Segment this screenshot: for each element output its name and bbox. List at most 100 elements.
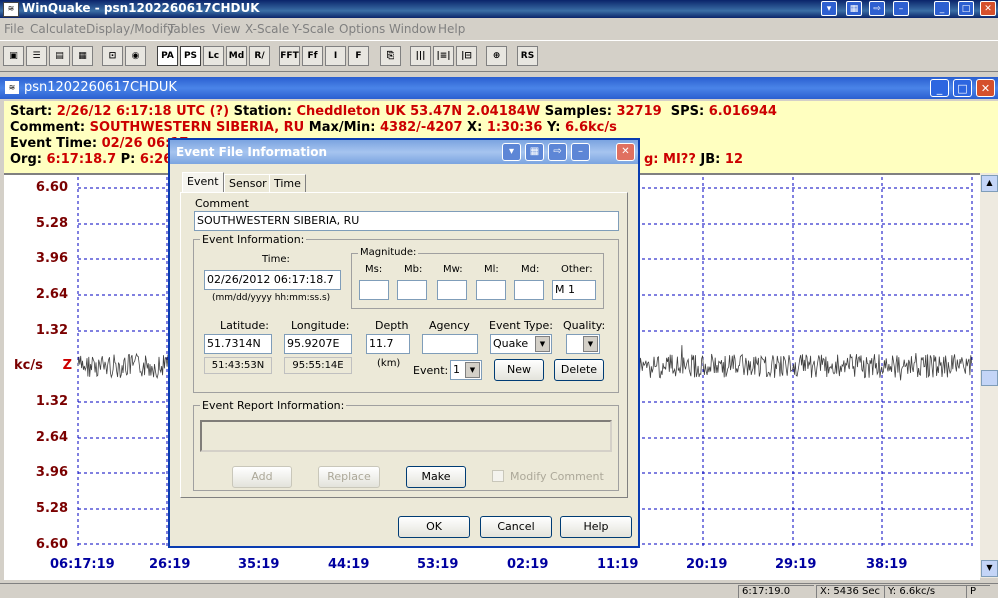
scroll-up-icon[interactable]: ▲ (981, 175, 998, 192)
dialog-close-icon[interactable]: ✕ (616, 143, 635, 161)
time-field[interactable]: 02/26/2012 06:17:18.7 (204, 270, 341, 290)
menu-calculate[interactable]: Calculate (30, 22, 86, 36)
ok-button[interactable]: OK (398, 516, 470, 538)
help-button[interactable]: Help (560, 516, 632, 538)
agency-label: Agency (429, 319, 470, 332)
menu-x-scale[interactable]: X-Scale (245, 22, 289, 36)
tab-sensor[interactable]: Sensor (224, 174, 272, 192)
other-field[interactable]: M 1 (552, 280, 596, 300)
vertical-scrollbar[interactable]: ▲ ▼ (980, 173, 998, 578)
scroll-down-icon[interactable]: ▼ (981, 560, 998, 577)
start-value: 2/26/12 6:17:18 UTC (?) (56, 104, 230, 119)
menu-display-modify[interactable]: Display/Modify (86, 22, 174, 36)
rst-icon[interactable]: RS (517, 46, 538, 66)
target-icon[interactable]: ⊕ (486, 46, 507, 66)
delete-button[interactable]: Delete (554, 359, 604, 381)
record-icon[interactable]: ◉ (125, 46, 146, 66)
zoom-icon[interactable]: ⊡ (102, 46, 123, 66)
ps2-icon[interactable]: PS (180, 46, 201, 66)
event-number-dropdown-icon[interactable]: ▼ (465, 362, 480, 378)
menu-file[interactable]: File (4, 22, 24, 36)
menu-tables[interactable]: Tables (168, 22, 205, 36)
x-tick-label: 02:19 (507, 557, 549, 572)
longitude-field[interactable]: 95.9207E (284, 334, 352, 354)
info-line-2: Comment: SOUTHWESTERN SIBERIA, RU Max/Mi… (10, 120, 617, 135)
filter-icon[interactable]: F (348, 46, 369, 66)
dialog-minimize-icon[interactable]: – (571, 143, 590, 161)
event-type-select[interactable]: Quake ▼ (490, 334, 552, 354)
new-button[interactable]: New (494, 359, 544, 381)
save-all-icon[interactable]: ▦ (72, 46, 93, 66)
fft-icon[interactable]: FFT (279, 46, 300, 66)
text-icon[interactable]: I (325, 46, 346, 66)
list-icon[interactable]: ☰ (26, 46, 47, 66)
menu-window[interactable]: Window (389, 22, 436, 36)
status-bar: 6:17:19.0 X: 5436 Sec Y: 6.6kc/s P (0, 583, 998, 598)
event-report-label: Event Report Information: (200, 399, 347, 412)
menu-y-scale[interactable]: Y-Scale (292, 22, 335, 36)
ml-field[interactable] (476, 280, 506, 300)
ms-field[interactable] (359, 280, 389, 300)
modify-comment-checkbox[interactable] (492, 470, 504, 482)
quality-dropdown-icon[interactable]: ▼ (583, 336, 598, 352)
depth-field[interactable]: 11.7 (366, 334, 410, 354)
latitude-field[interactable]: 51.7314N (204, 334, 272, 354)
tab-time[interactable]: Time (269, 174, 306, 192)
child-minimize-icon[interactable]: _ (930, 79, 949, 97)
add-button[interactable]: Add (232, 466, 292, 488)
scroll-thumb[interactable] (981, 370, 998, 386)
md-field[interactable] (514, 280, 544, 300)
child-window-icon[interactable]: ≋ (5, 81, 19, 94)
maxmin-value: 4382/-4207 (380, 120, 463, 135)
make-button[interactable]: Make (406, 466, 466, 488)
loc-icon[interactable]: Lc (203, 46, 224, 66)
fft2-icon[interactable]: Ff (302, 46, 323, 66)
mb-field[interactable] (397, 280, 427, 300)
menu-help[interactable]: Help (438, 22, 465, 36)
app-icon[interactable]: ≋ (3, 2, 19, 17)
status-time: 6:17:19.0 (738, 585, 814, 598)
grid2-icon[interactable]: |≡| (433, 46, 454, 66)
mdi-grid-icon[interactable]: ▦ (846, 1, 862, 16)
quality-select[interactable]: ▼ (566, 334, 600, 354)
grid3-icon[interactable]: |⊟ (456, 46, 477, 66)
station-value: Cheddleton UK 53.47N 2.04184W (296, 104, 541, 119)
child-maximize-icon[interactable]: □ (953, 79, 972, 97)
maximize-icon[interactable]: □ (958, 1, 974, 16)
grid1-icon[interactable]: ||| (410, 46, 431, 66)
minimize-icon[interactable]: _ (934, 1, 950, 16)
info-line-1: Start: 2/26/12 6:17:18 UTC (?) Station: … (10, 104, 777, 119)
cancel-button[interactable]: Cancel (480, 516, 552, 538)
status-mode: P (966, 585, 990, 598)
replace-button[interactable]: Replace (318, 466, 380, 488)
y-tick-label: 3.96 (35, 251, 68, 266)
open-icon[interactable]: ▣ (3, 46, 24, 66)
org-value: 6:17:18.7 (46, 152, 117, 167)
comment-field[interactable]: SOUTHWESTERN SIBERIA, RU (194, 211, 619, 231)
rf-icon[interactable]: R/ (249, 46, 270, 66)
mdi-restore-icon[interactable]: – (893, 1, 909, 16)
menu-options[interactable]: Options (339, 22, 385, 36)
close-icon[interactable]: ✕ (980, 1, 996, 16)
md-icon[interactable]: Md (226, 46, 247, 66)
mdi-menu-icon[interactable]: ▾ (821, 1, 837, 16)
mw-field[interactable] (437, 280, 467, 300)
event-report-field[interactable] (200, 420, 612, 452)
dialog-menu-icon[interactable]: ▾ (502, 143, 521, 161)
dialog-title: Event File Information (176, 145, 327, 159)
x-tick-label: 26:19 (149, 557, 191, 572)
agency-field[interactable] (422, 334, 478, 354)
menu-view[interactable]: View (212, 22, 240, 36)
ps-icon[interactable]: PA (157, 46, 178, 66)
tab-event[interactable]: Event (182, 172, 224, 193)
event-type-dropdown-icon[interactable]: ▼ (535, 336, 550, 352)
comment-label: Comment: (10, 120, 86, 135)
dialog-pin-icon[interactable]: ⇨ (548, 143, 567, 161)
copy-icon[interactable]: ⎘ (380, 46, 401, 66)
child-close-icon[interactable]: ✕ (976, 79, 995, 97)
save-icon[interactable]: ▤ (49, 46, 70, 66)
mdi-pin-icon[interactable]: ⇨ (869, 1, 885, 16)
dialog-grid-icon[interactable]: ▦ (525, 143, 544, 161)
event-number-select[interactable]: 1 ▼ (450, 360, 482, 380)
dialog-titlebar[interactable]: Event File Information ▾ ▦ ⇨ – ✕ (170, 140, 638, 164)
